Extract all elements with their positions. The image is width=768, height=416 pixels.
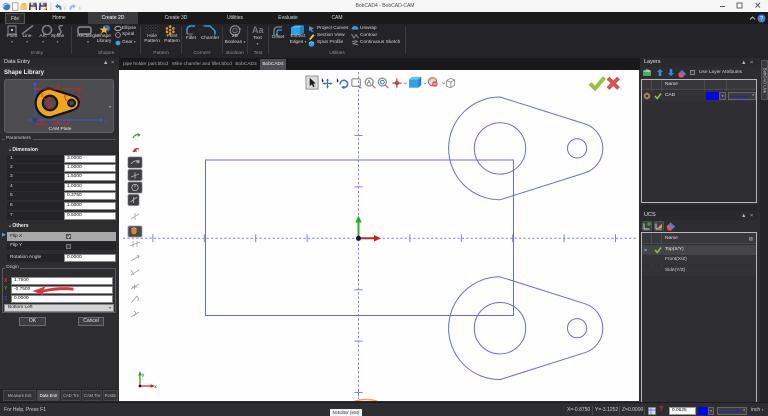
svg-text:1: 1	[57, 84, 60, 89]
svg-text:x: x	[105, 119, 108, 124]
svg-text:A: A	[367, 79, 372, 86]
svg-text:7: 7	[77, 90, 80, 95]
svg-text:y: y	[142, 372, 145, 377]
svg-text:x: x	[155, 384, 158, 389]
